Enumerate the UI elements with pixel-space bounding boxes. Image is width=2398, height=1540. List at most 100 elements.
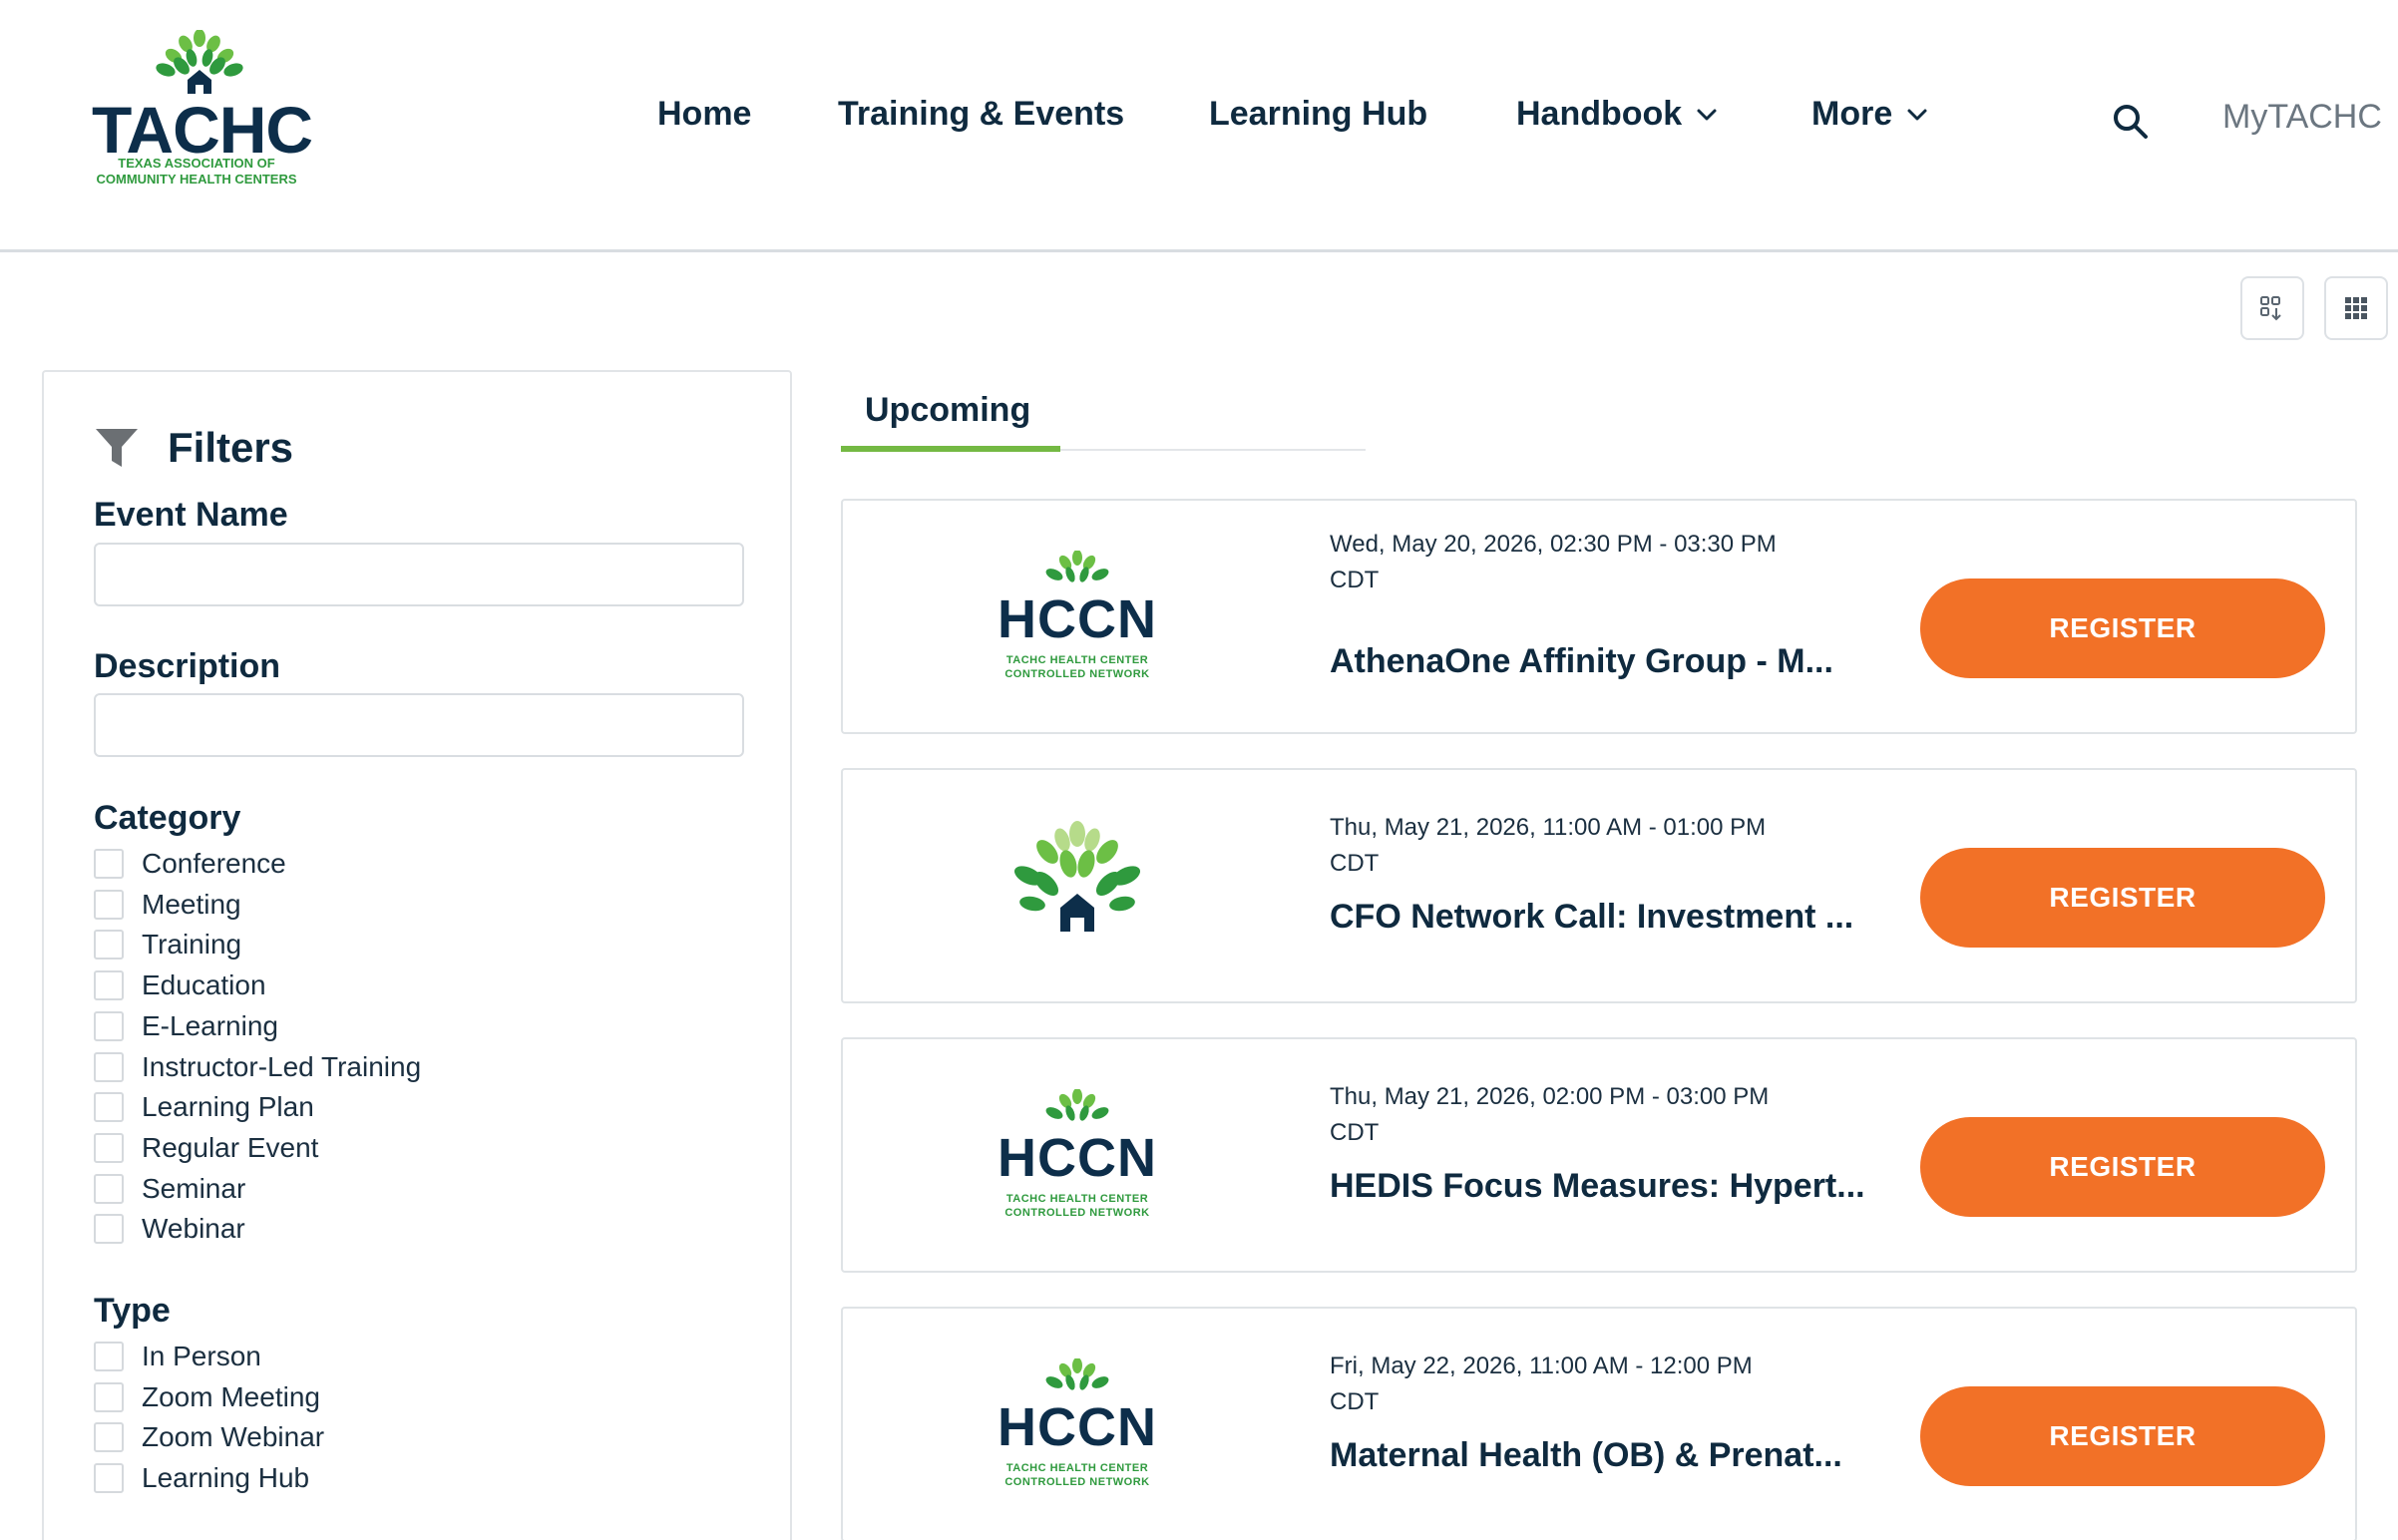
- description-input[interactable]: [94, 693, 744, 757]
- tachc-logo[interactable]: TACHC TEXAS ASSOCIATION OF COMMUNITY HEA…: [92, 30, 313, 190]
- event-name-input[interactable]: [94, 543, 744, 606]
- event-title[interactable]: Maternal Health (OB) & Prenat...: [1330, 1436, 1842, 1475]
- filters-panel: Filters Event Name Description Category …: [42, 370, 792, 1540]
- nav-learning-hub[interactable]: Learning Hub: [1209, 95, 1427, 134]
- brand-subtitle-line2: COMMUNITY HEALTH CENTERS: [96, 172, 297, 187]
- category-checkbox-row[interactable]: Seminar: [94, 1173, 245, 1205]
- funnel-icon: [96, 429, 138, 467]
- category-checkbox[interactable]: [94, 930, 124, 961]
- category-label: Category: [94, 799, 241, 837]
- type-checkbox-label: In Person: [142, 1341, 261, 1371]
- hccn-logo-subtitle: TACHC HEALTH CENTER: [1005, 1193, 1149, 1205]
- category-checkbox-row[interactable]: E-Learning: [94, 1010, 278, 1042]
- register-button[interactable]: REGISTER: [1920, 1117, 2325, 1217]
- mytachc-link[interactable]: MyTACHC: [2222, 98, 2382, 137]
- nav-training-events[interactable]: Training & Events: [838, 95, 1124, 134]
- category-checkbox[interactable]: [94, 1173, 124, 1204]
- event-date: Wed, May 20, 2026, 02:30 PM - 03:30 PM C…: [1330, 531, 1777, 593]
- chevron-down-icon: [1907, 109, 1927, 120]
- category-checkbox[interactable]: [94, 849, 124, 879]
- nav-more-label: More: [1811, 95, 1893, 133]
- category-checkbox-row[interactable]: Instructor-Led Training: [94, 1051, 421, 1083]
- event-thumbnail: HCCN TACHC HEALTH CENTER CONTROLLED NETWOR…: [993, 551, 1162, 680]
- category-checkbox[interactable]: [94, 1051, 124, 1082]
- type-checkbox[interactable]: [94, 1463, 124, 1494]
- event-name-label: Event Name: [94, 496, 288, 534]
- category-checkbox-row[interactable]: Conference: [94, 848, 286, 880]
- hccn-leaves-icon: [1045, 1089, 1109, 1121]
- nav-handbook[interactable]: Handbook: [1516, 95, 1718, 134]
- event-thumbnail: HCCN TACHC HEALTH CENTER CONTROLLED NETWOR…: [993, 1358, 1162, 1488]
- category-checkbox-row[interactable]: Webinar: [94, 1213, 245, 1245]
- event-card[interactable]: HCCN TACHC HEALTH CENTER CONTROLLED NETWOR…: [841, 1037, 2357, 1273]
- category-checkbox[interactable]: [94, 1214, 124, 1245]
- category-checkbox-row[interactable]: Training: [94, 929, 241, 961]
- category-checkbox-label: Regular Event: [142, 1131, 319, 1163]
- event-card[interactable]: HCCN TACHC HEALTH CENTER CONTROLLED NETWOR…: [841, 499, 2357, 734]
- event-title[interactable]: HEDIS Focus Measures: Hypert...: [1330, 1167, 1865, 1206]
- category-checkbox-label: Instructor-Led Training: [142, 1050, 422, 1082]
- site-header: TACHC TEXAS ASSOCIATION OF COMMUNITY HEA…: [0, 0, 2398, 252]
- nav-home-label: Home: [657, 95, 752, 133]
- category-checkbox-label: Conference: [142, 848, 286, 879]
- event-title[interactable]: AthenaOne Affinity Group - M...: [1330, 642, 1833, 681]
- register-button[interactable]: REGISTER: [1920, 578, 2325, 678]
- event-card[interactable]: HCCN TACHC HEALTH CENTER CONTROLLED NETWOR…: [841, 1307, 2357, 1540]
- hccn-logo-text: HCCN: [998, 1128, 1157, 1188]
- category-checkbox[interactable]: [94, 970, 124, 1001]
- type-checkbox-label: Learning Hub: [142, 1462, 310, 1494]
- register-button[interactable]: REGISTER: [1920, 848, 2325, 948]
- event-card[interactable]: Thu, May 21, 2026, 11:00 AM - 01:00 PM C…: [841, 768, 2357, 1003]
- type-checkbox-row[interactable]: Zoom Meeting: [94, 1381, 320, 1413]
- category-checkbox[interactable]: [94, 889, 124, 920]
- category-checkbox-row[interactable]: Education: [94, 969, 266, 1001]
- tab-upcoming[interactable]: Upcoming: [865, 391, 1030, 430]
- type-checkbox[interactable]: [94, 1381, 124, 1412]
- filters-header: Filters: [94, 424, 293, 472]
- hccn-logo-text: HCCN: [998, 1397, 1157, 1457]
- event-date: Thu, May 21, 2026, 02:00 PM - 03:00 PM C…: [1330, 1083, 1770, 1146]
- hccn-logo-subtitle: CONTROLLED NETWORK: [1004, 1207, 1150, 1219]
- chevron-down-icon: [1697, 109, 1717, 120]
- nav-learning-hub-label: Learning Hub: [1209, 95, 1428, 133]
- category-checkbox-label: Education: [142, 969, 266, 1001]
- type-checkbox[interactable]: [94, 1422, 124, 1453]
- grid-sort-icon: [2260, 296, 2281, 321]
- category-checkbox-label: Meeting: [142, 888, 241, 920]
- hccn-logo-subtitle: TACHC HEALTH CENTER: [1005, 1462, 1149, 1474]
- grid-icon: [2345, 297, 2367, 319]
- category-checkbox-row[interactable]: Regular Event: [94, 1132, 318, 1164]
- category-checkbox[interactable]: [94, 1010, 124, 1041]
- compact-view-button[interactable]: [2240, 276, 2304, 340]
- category-checkbox-label: Webinar: [142, 1213, 245, 1245]
- hccn-logo-text: HCCN: [998, 589, 1157, 649]
- nav-more[interactable]: More: [1811, 95, 1928, 134]
- event-title[interactable]: CFO Network Call: Investment ...: [1330, 898, 1853, 937]
- category-checkbox-row[interactable]: Learning Plan: [94, 1091, 314, 1123]
- type-label: Type: [94, 1292, 171, 1330]
- type-checkbox-row[interactable]: In Person: [94, 1341, 261, 1372]
- nav-training-events-label: Training & Events: [838, 95, 1125, 133]
- event-date: Fri, May 22, 2026, 11:00 AM - 12:00 PM C…: [1330, 1352, 1753, 1415]
- category-checkbox[interactable]: [94, 1092, 124, 1123]
- category-checkbox[interactable]: [94, 1132, 124, 1163]
- tab-active-indicator: [841, 446, 1060, 452]
- search-icon[interactable]: [2111, 102, 2151, 142]
- filters-title: Filters: [168, 424, 294, 471]
- description-label: Description: [94, 647, 281, 685]
- category-checkbox-label: Training: [142, 929, 242, 961]
- type-checkbox-row[interactable]: Zoom Webinar: [94, 1421, 324, 1453]
- category-checkbox-row[interactable]: Meeting: [94, 889, 241, 921]
- grid-view-button[interactable]: [2324, 276, 2388, 340]
- hccn-logo-subtitle: CONTROLLED NETWORK: [1004, 1476, 1150, 1488]
- tree-logo-icon: [1013, 821, 1141, 932]
- category-checkbox-label: E-Learning: [142, 1009, 278, 1041]
- type-checkbox-label: Zoom Meeting: [142, 1380, 320, 1412]
- hccn-logo-subtitle: CONTROLLED NETWORK: [1004, 668, 1150, 680]
- event-thumbnail: [993, 820, 1162, 950]
- register-button[interactable]: REGISTER: [1920, 1386, 2325, 1486]
- nav-home[interactable]: Home: [657, 95, 751, 134]
- type-checkbox-row[interactable]: Learning Hub: [94, 1462, 309, 1494]
- type-checkbox[interactable]: [94, 1342, 124, 1371]
- hccn-leaves-icon: [1045, 551, 1109, 582]
